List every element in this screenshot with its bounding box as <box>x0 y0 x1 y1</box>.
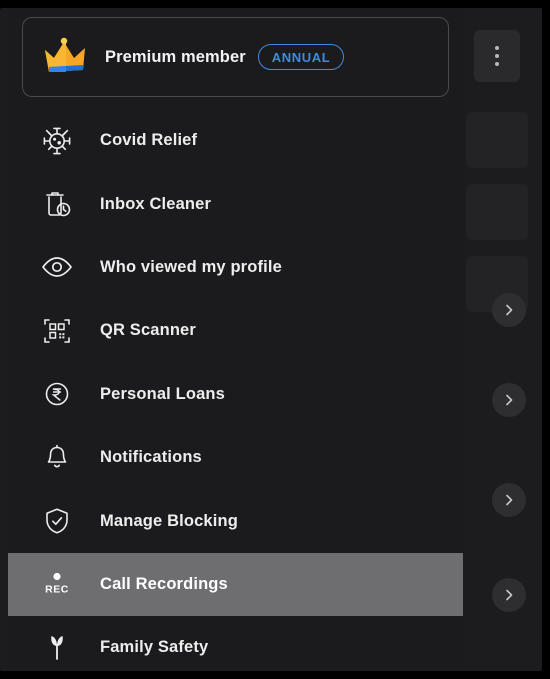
chevron-right-icon[interactable] <box>492 383 526 417</box>
chevron-right-icon[interactable] <box>492 293 526 327</box>
menu-item-label: Personal Loans <box>100 384 225 403</box>
status-badge: ANNUAL <box>257 44 345 70</box>
crown-icon <box>39 29 95 85</box>
menu-item-label: Notifications <box>100 448 202 467</box>
menu-item-label: Who viewed my profile <box>100 257 282 276</box>
menu-item-manage-blocking[interactable]: Manage Blocking <box>8 489 463 552</box>
menu-item-label: QR Scanner <box>100 321 196 340</box>
inbox-clean-icon <box>34 181 80 227</box>
menu-item-call-recordings[interactable]: REC Call Recordings <box>8 552 463 617</box>
more-vertical-icon[interactable] <box>474 30 520 82</box>
eye-icon <box>34 244 80 290</box>
family-safety-icon <box>34 625 80 671</box>
menu-item-inbox-cleaner[interactable]: Inbox Cleaner <box>8 172 463 235</box>
menu-item-notifications[interactable]: Notifications <box>8 426 463 489</box>
menu-item-label: Manage Blocking <box>100 511 238 530</box>
dot <box>495 62 499 66</box>
menu-item-family-safety[interactable]: Family Safety <box>8 616 463 671</box>
menu-item-label: Covid Relief <box>100 131 198 150</box>
virus-icon <box>34 118 80 164</box>
rupee-coin-icon <box>34 371 80 417</box>
menu-item-label: Call Recordings <box>100 574 228 593</box>
premium-member-card[interactable]: Premium member ANNUAL <box>22 17 449 97</box>
shield-icon <box>34 498 80 544</box>
menu-item-who-viewed-my-profile[interactable]: Who viewed my profile <box>8 236 463 299</box>
menu-item-personal-loans[interactable]: Personal Loans <box>8 363 463 426</box>
chevron-right-icon[interactable] <box>492 483 526 517</box>
menu-item-label: Family Safety <box>100 638 209 657</box>
dot <box>495 54 499 58</box>
chevron-right-icon[interactable] <box>492 578 526 612</box>
bell-icon <box>34 435 80 481</box>
background-card <box>466 112 528 168</box>
screen: Premium member ANNUAL Covid Relief Inbox… <box>0 0 550 679</box>
background-card <box>466 184 528 240</box>
menu-list: Covid Relief Inbox Cleaner Who viewed my… <box>8 109 463 671</box>
menu-item-covid-relief[interactable]: Covid Relief <box>8 109 463 172</box>
menu-item-qr-scanner[interactable]: QR Scanner <box>8 299 463 362</box>
navigation-drawer: Premium member ANNUAL Covid Relief Inbox… <box>8 8 463 671</box>
menu-item-label: Inbox Cleaner <box>100 194 212 213</box>
call-recording-icon: REC <box>34 561 80 607</box>
svg-text:REC: REC <box>45 584 69 596</box>
premium-member-label: Premium member <box>105 47 246 66</box>
dot <box>495 46 499 50</box>
qr-code-icon <box>34 308 80 354</box>
